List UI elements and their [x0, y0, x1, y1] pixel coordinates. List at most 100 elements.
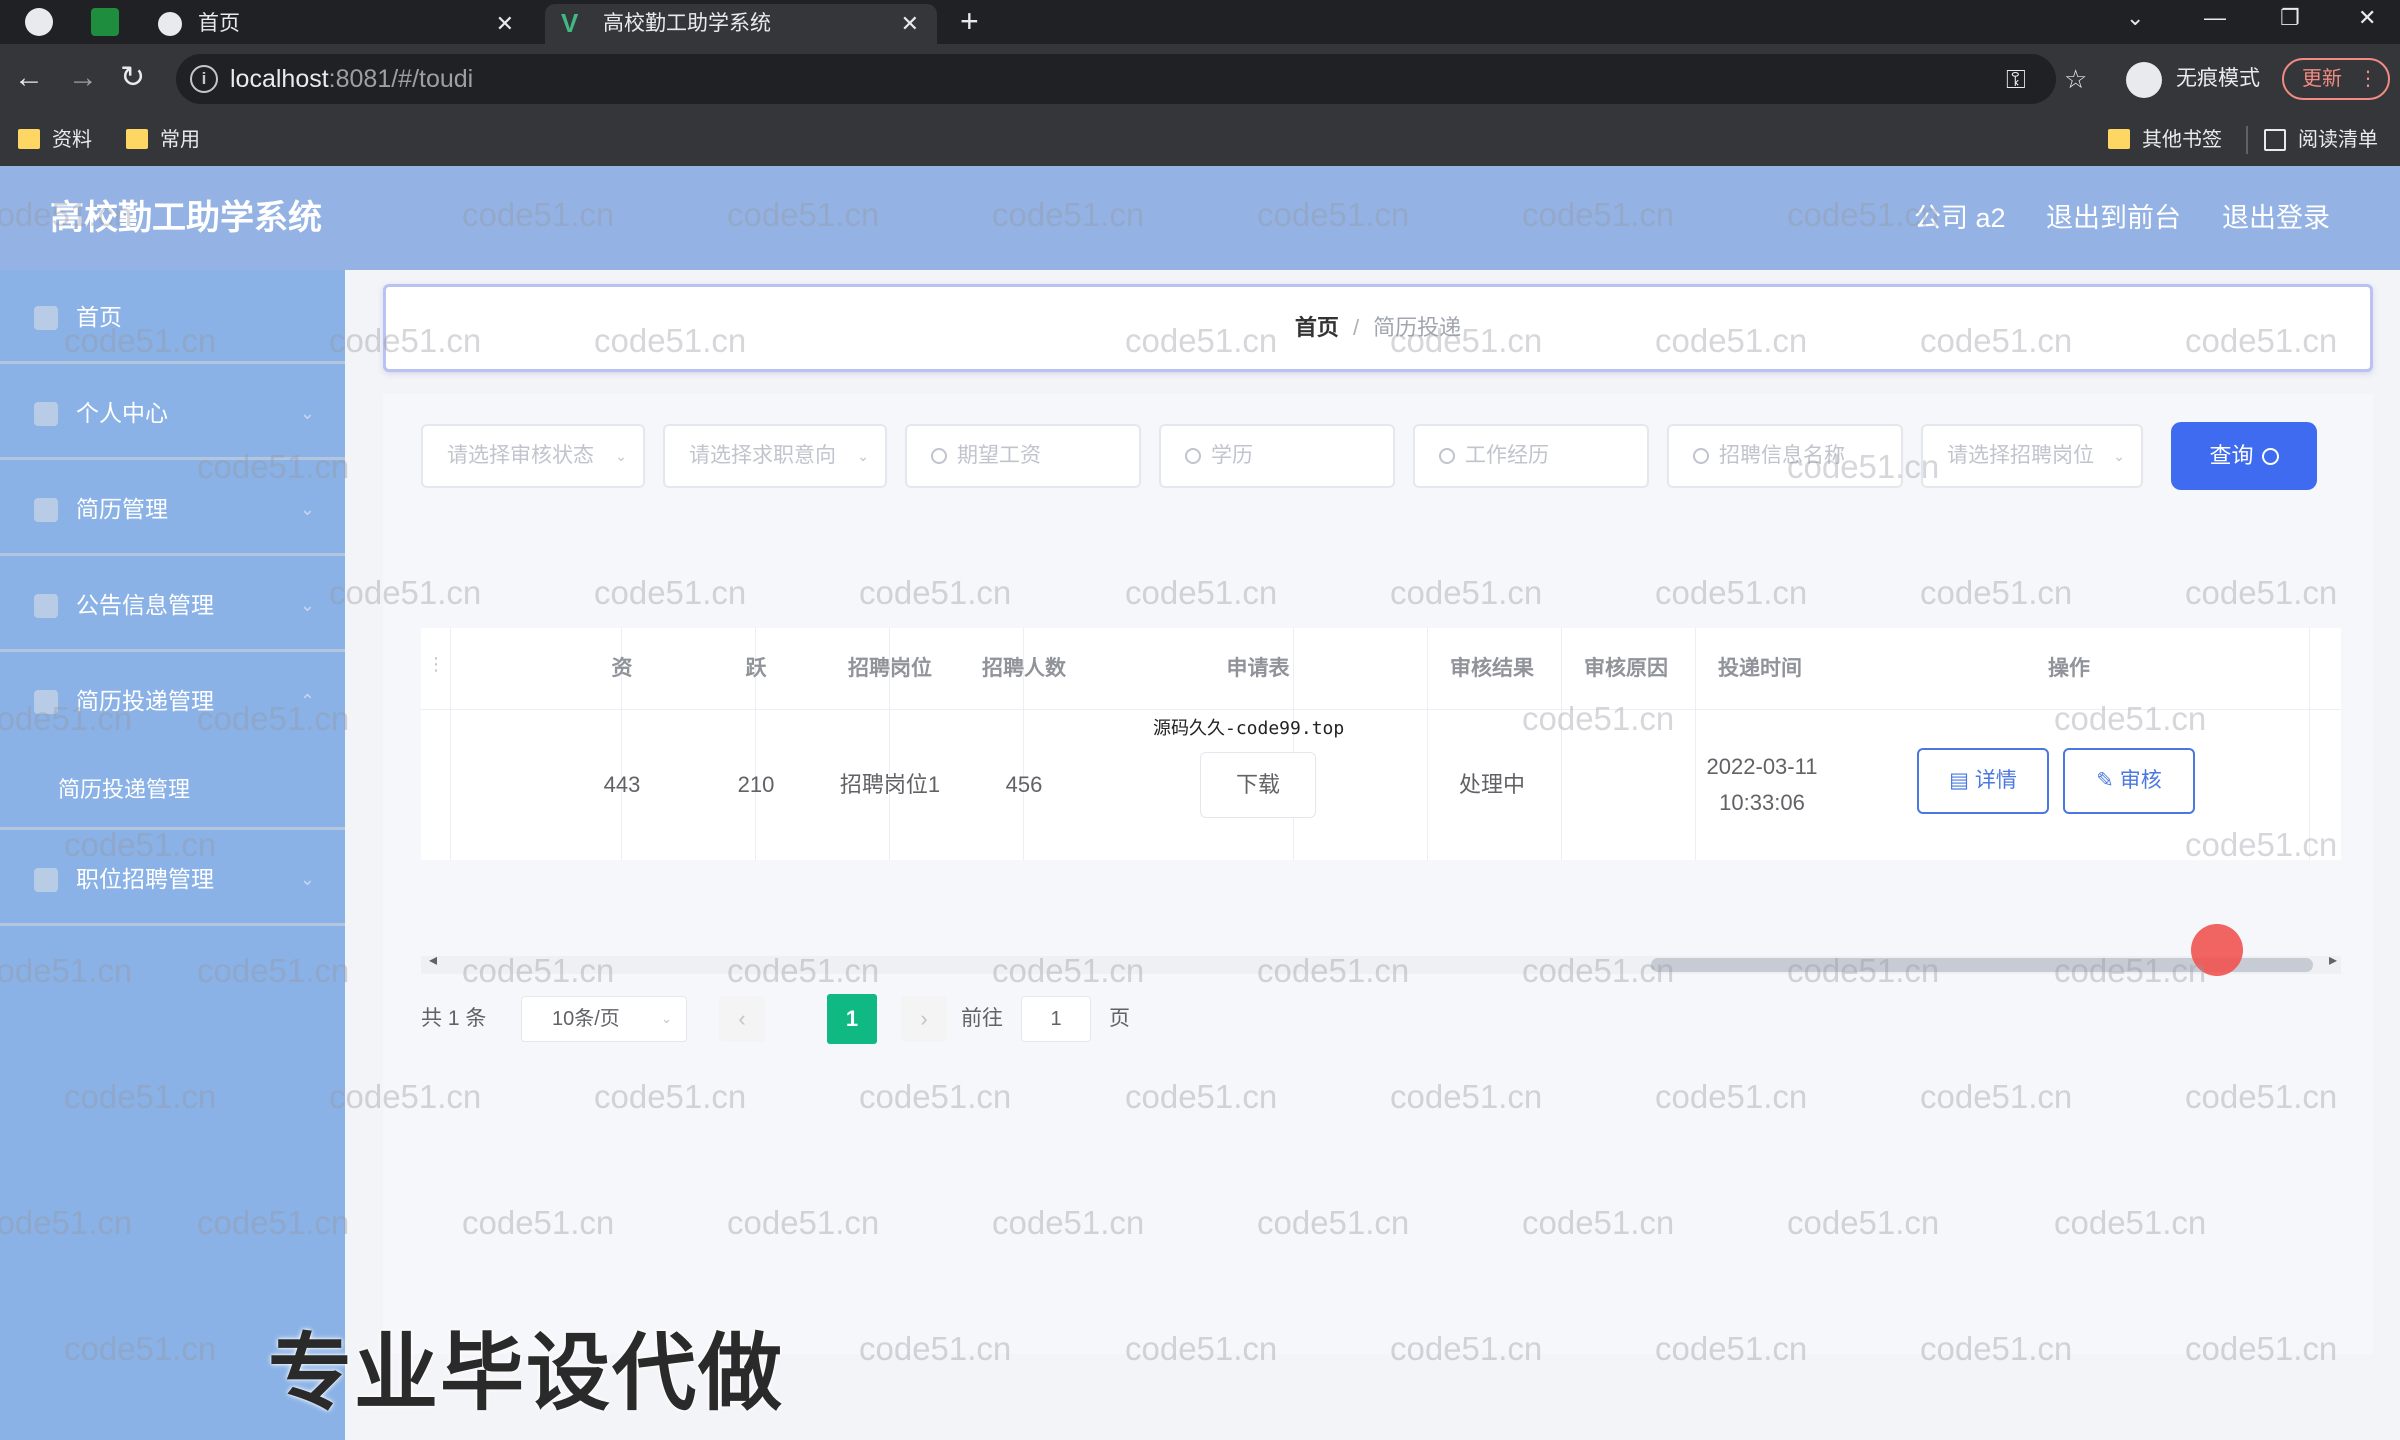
chevron-down-icon: ⌄: [615, 448, 627, 464]
new-tab-icon[interactable]: +: [960, 0, 979, 42]
browser-tab-home[interactable]: 首页 ✕: [140, 4, 532, 44]
sidebar-item-jobs[interactable]: 职位招聘管理 ⌄: [0, 832, 345, 926]
resume-icon: [34, 498, 58, 522]
audit-button[interactable]: ✎ 审核: [2063, 748, 2195, 814]
detail-button[interactable]: ▤ 详情: [1917, 748, 2049, 814]
incognito-label: 无痕模式: [2176, 67, 2260, 90]
education-input[interactable]: 学历: [1159, 424, 1395, 488]
bookmark-star-icon[interactable]: ☆: [2064, 54, 2087, 104]
breadcrumb: 首页 / 简历投递: [383, 284, 2373, 372]
experience-input[interactable]: 工作经历: [1413, 424, 1649, 488]
cell-audit-reason: [1559, 710, 1693, 860]
page-suffix: 页: [1109, 1007, 1130, 1030]
audit-status-select[interactable]: 请选择审核状态 ⌄: [421, 424, 645, 488]
search-icon: [1439, 448, 1455, 464]
minimize-icon[interactable]: —: [2204, 0, 2226, 36]
sidebar-item-notice[interactable]: 公告信息管理 ⌄: [0, 558, 345, 652]
app-title: 高校勤工助学系统: [50, 199, 322, 237]
intention-select[interactable]: 请选择求职意向 ⌄: [663, 424, 887, 488]
breadcrumb-home[interactable]: 首页: [1295, 315, 1339, 340]
cell-audit-result: 处理中: [1458, 772, 1525, 797]
table-row: 443 210 招聘岗位1 456 下载 处理中 2022-03-11 10:3…: [421, 710, 2341, 860]
search-icon: [1185, 448, 1201, 464]
globe-icon: [158, 12, 182, 36]
col-header: 审核原因: [1584, 657, 1668, 680]
salary-input[interactable]: 期望工资: [905, 424, 1141, 488]
chevron-down-icon: ⌄: [661, 1011, 672, 1026]
goto-page-input[interactable]: 1: [1021, 996, 1091, 1042]
sheet-app-icon[interactable]: [91, 8, 119, 36]
browser-tab-bar: 首页 ✕ V 高校勤工助学系统 ✕ + ⌄ — ❐ ✕: [0, 0, 2400, 44]
app-header: 高校勤工助学系统 公司 a2 退出到前台 退出登录: [0, 166, 2400, 270]
reload-icon[interactable]: ↻: [120, 58, 145, 98]
chevron-down-icon: ⌄: [299, 403, 315, 423]
url-text[interactable]: localhost:8081/#/toudi: [230, 54, 473, 104]
folder-icon: [18, 129, 40, 149]
main-content: 首页 / 简历投递 请选择审核状态 ⌄ 请选择求职意向 ⌄ 期望工资 学历 工作经历 招…: [345, 270, 2400, 1440]
sidebar-item-profile[interactable]: 个人中心 ⌄: [0, 366, 345, 460]
jobs-icon: [34, 868, 58, 892]
prev-page-button[interactable]: ‹: [719, 996, 765, 1042]
more-menu-icon[interactable]: ⋮: [2358, 60, 2378, 98]
col-header: 操作: [2048, 657, 2090, 680]
col-header: 跃: [745, 657, 767, 680]
cell-delivery-time: 2022-03-11 10:33:06: [1706, 754, 1818, 815]
cell-position: 招聘岗位1: [839, 772, 941, 797]
query-button[interactable]: 查询: [2171, 422, 2317, 490]
breadcrumb-current: 简历投递: [1373, 315, 1462, 340]
promo-text: 专业毕设代做: [268, 1326, 785, 1420]
pagination-total: 共 1 条: [421, 1007, 487, 1030]
cell-actions: ▤ 详情 ✎ 审核: [1827, 710, 2311, 860]
logout-link[interactable]: 退出登录: [2222, 166, 2330, 270]
col-header: 投递时间: [1718, 657, 1802, 680]
recruit-name-input[interactable]: 招聘信息名称: [1667, 424, 1903, 488]
scroll-right-icon[interactable]: ▸: [2329, 950, 2337, 970]
site-info-icon[interactable]: i: [190, 65, 218, 93]
notice-icon: [34, 594, 58, 618]
window-close-icon[interactable]: ✕: [2358, 0, 2376, 36]
browser-toolbar: ← → ↻ i localhost:8081/#/toudi ⚿ ☆ 无痕模式 …: [0, 44, 2400, 114]
cell-value: 210: [737, 772, 775, 797]
bookmarks-bar: 资料 常用 其他书签 阅读清单: [0, 114, 2400, 166]
address-bar[interactable]: i localhost:8081/#/toudi ⚿: [176, 54, 2056, 104]
content-card: 请选择审核状态 ⌄ 请选择求职意向 ⌄ 期望工资 学历 工作经历 招聘信息名称 请选…: [383, 394, 2373, 1354]
folder-icon: [2108, 129, 2130, 149]
delivery-icon: [34, 690, 58, 714]
scroll-left-icon[interactable]: ◂: [429, 950, 437, 970]
sidebar-item-resume[interactable]: 简历管理 ⌄: [0, 462, 345, 556]
search-icon: [1693, 448, 1709, 464]
close-tab-icon[interactable]: ✕: [901, 4, 919, 44]
forward-icon[interactable]: →: [68, 58, 98, 98]
chevron-up-icon: ⌃: [299, 691, 315, 711]
key-icon[interactable]: ⚿: [2006, 54, 2026, 104]
bookmark-folder-2[interactable]: 常用: [126, 114, 200, 166]
other-bookmarks[interactable]: 其他书签: [2108, 114, 2222, 166]
browser-tab-app[interactable]: V 高校勤工助学系统 ✕: [545, 4, 937, 44]
bookmark-folder-1[interactable]: 资料: [18, 114, 92, 166]
restore-icon[interactable]: ❐: [2280, 0, 2300, 36]
col-header: 招聘人数: [982, 657, 1066, 680]
tab-title: 高校勤工助学系统: [603, 12, 771, 35]
table-header: 资 跃 招聘岗位 招聘人数 申请表 审核结果 审核原因 投递时间 操作: [421, 628, 2341, 710]
sidebar-subitem-delivery[interactable]: 简历投递管理: [0, 750, 345, 830]
chevron-down-icon: ⌄: [299, 869, 315, 889]
next-page-button[interactable]: ›: [901, 996, 947, 1042]
back-icon[interactable]: ←: [14, 58, 44, 98]
download-button[interactable]: 下载: [1200, 752, 1316, 818]
current-user: 公司 a2: [1914, 203, 2006, 233]
search-icon: [931, 448, 947, 464]
close-tab-icon[interactable]: ✕: [496, 4, 514, 44]
search-icon: [2261, 448, 2279, 465]
current-page[interactable]: 1: [827, 994, 877, 1044]
back-to-front-link[interactable]: 退出到前台: [2046, 166, 2181, 270]
page-size-select[interactable]: 10条/页 ⌄: [521, 996, 687, 1042]
position-select[interactable]: 请选择招聘岗位 ⌄: [1921, 424, 2143, 488]
table-horizontal-scrollbar[interactable]: ◂ ▸: [421, 952, 2341, 974]
sidebar-item-delivery[interactable]: 简历投递管理 ⌃: [0, 654, 345, 748]
browser-logo-icon: [25, 8, 53, 36]
sidebar-item-home[interactable]: 首页: [0, 270, 345, 364]
col-header: 申请表: [1226, 657, 1290, 680]
tab-search-icon[interactable]: ⌄: [2126, 0, 2144, 36]
update-button[interactable]: 更新 ⋮: [2282, 58, 2390, 100]
reading-list[interactable]: 阅读清单: [2264, 114, 2378, 166]
